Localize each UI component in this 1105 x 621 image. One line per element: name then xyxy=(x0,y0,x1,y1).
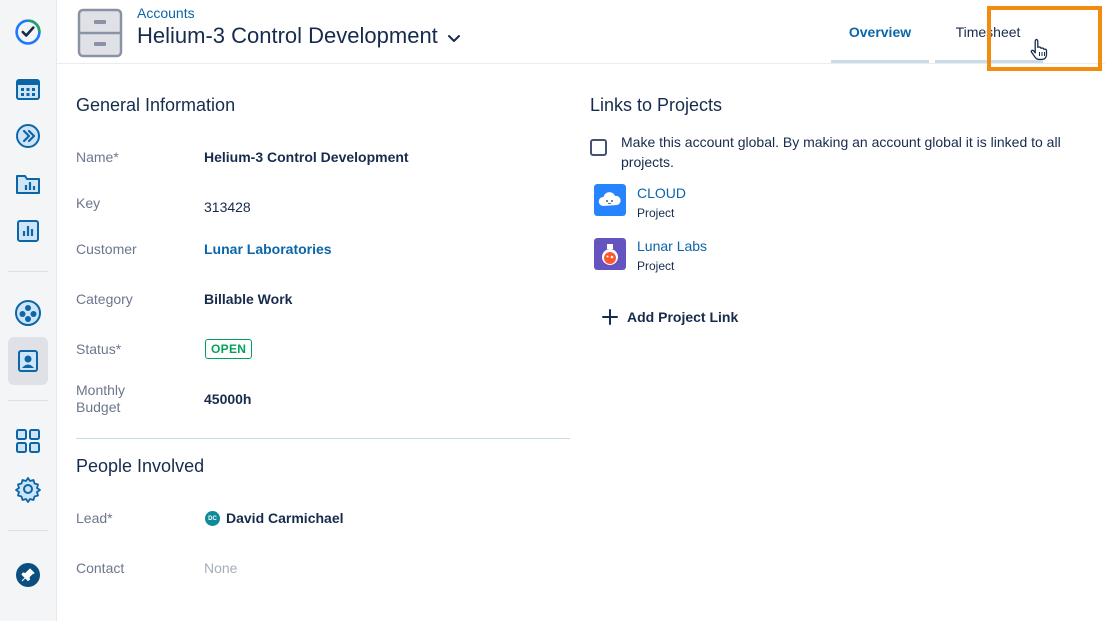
add-project-link-label: Add Project Link xyxy=(627,309,739,325)
global-account-text: Make this account global. By making an a… xyxy=(621,134,1061,170)
plus-icon xyxy=(602,309,618,325)
hand-cursor-icon xyxy=(1030,38,1048,60)
general-info-title: General Information xyxy=(76,95,236,115)
lead-name[interactable]: David Carmichael xyxy=(226,510,344,526)
contact-value[interactable]: None xyxy=(204,560,237,576)
monthly-budget-label: Monthly Budget xyxy=(76,382,126,415)
apps-icon[interactable] xyxy=(11,424,45,458)
bar-chart-icon[interactable] xyxy=(11,214,45,248)
page-title[interactable]: Helium-3 Control Development xyxy=(137,23,462,49)
project-link-lunar-labs[interactable]: Lunar Labs xyxy=(637,238,707,254)
tab-overview[interactable]: Overview xyxy=(831,0,929,63)
tempo-logo-icon[interactable] xyxy=(11,15,45,49)
sidebar xyxy=(0,0,57,621)
contact-label: Contact xyxy=(76,560,125,576)
account-icon[interactable] xyxy=(8,337,48,385)
lead-label: Lead* xyxy=(76,510,113,526)
sidebar-divider xyxy=(8,400,48,401)
gear-icon[interactable] xyxy=(11,472,45,506)
key-value[interactable]: 313428 xyxy=(204,199,251,215)
project-link-cloud[interactable]: CLOUD xyxy=(637,185,686,201)
cloud-project-icon xyxy=(594,184,626,216)
name-label: Name* xyxy=(76,149,119,165)
folder-chart-icon[interactable] xyxy=(11,167,45,201)
monthly-budget-value[interactable]: 45000h xyxy=(204,391,251,407)
name-value[interactable]: Helium-3 Control Development xyxy=(204,149,409,165)
category-value[interactable]: Billable Work xyxy=(204,291,292,307)
project-type-label: Project xyxy=(637,206,675,220)
links-to-projects-title: Links to Projects xyxy=(590,95,723,115)
pin-icon[interactable] xyxy=(11,558,45,592)
add-project-link-button[interactable]: Add Project Link xyxy=(602,309,738,325)
avatar: DC xyxy=(205,511,220,526)
forward-icon[interactable] xyxy=(11,119,45,153)
breadcrumb[interactable]: Accounts xyxy=(137,5,195,21)
chevron-down-icon[interactable] xyxy=(446,30,462,46)
sidebar-divider xyxy=(8,271,48,272)
project-type-label: Project xyxy=(637,259,675,273)
status-label: Status* xyxy=(76,341,122,357)
key-label: Key xyxy=(76,195,101,211)
page-title-text: Helium-3 Control Development xyxy=(137,23,438,48)
customer-link[interactable]: Lunar Laboratories xyxy=(204,241,332,257)
customer-label: Customer xyxy=(76,241,137,257)
calendar-icon[interactable] xyxy=(11,72,45,106)
global-account-checkbox[interactable] xyxy=(590,139,607,156)
team-icon[interactable] xyxy=(11,296,45,330)
category-label: Category xyxy=(76,291,133,307)
account-cabinet-icon xyxy=(77,8,123,58)
status-badge[interactable]: OPEN xyxy=(205,339,253,359)
section-divider xyxy=(76,438,570,439)
lunar-labs-project-icon xyxy=(594,238,626,270)
people-involved-title: People Involved xyxy=(76,456,205,476)
sidebar-divider xyxy=(8,530,48,531)
